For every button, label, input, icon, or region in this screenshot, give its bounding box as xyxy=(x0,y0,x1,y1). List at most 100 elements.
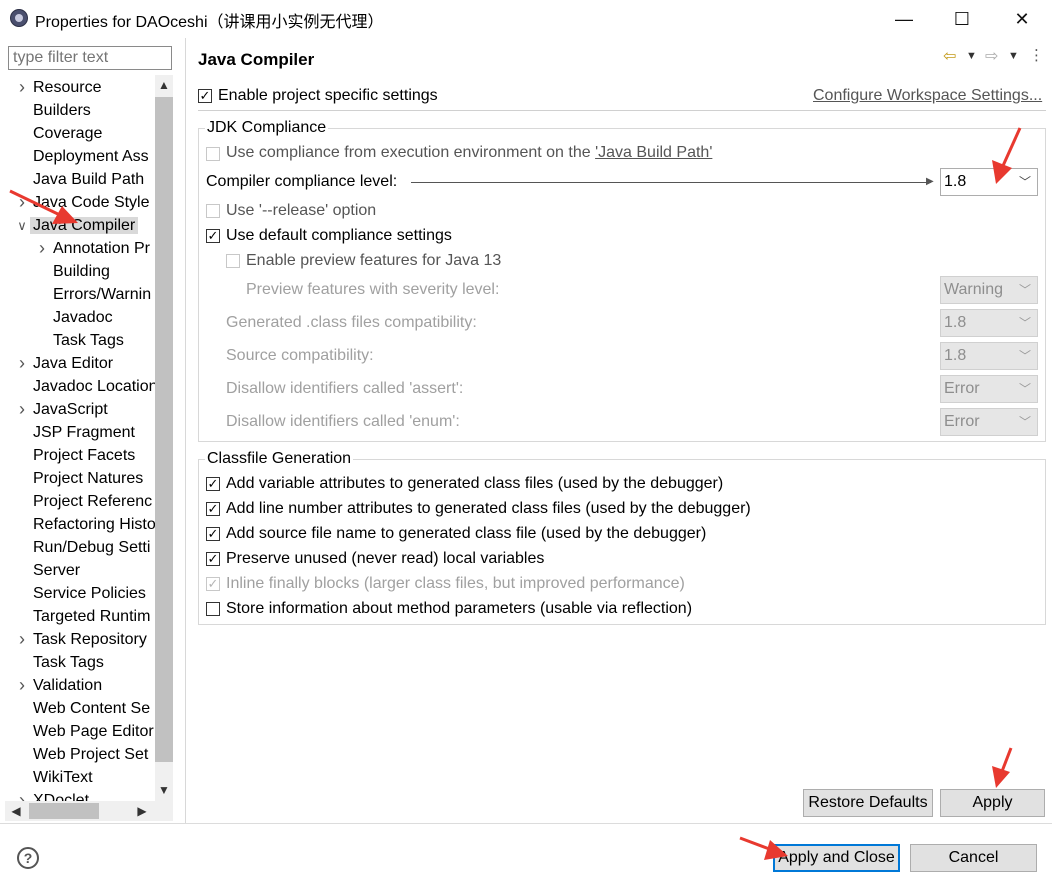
chevron-right-icon[interactable]: › xyxy=(15,674,29,697)
window-title: Properties for DAOceshi（讲课用小实例无代理） xyxy=(35,14,384,31)
tree-item[interactable]: › Task Repository xyxy=(19,628,147,651)
tree-item[interactable]: Building xyxy=(53,260,110,283)
scroll-up-icon[interactable]: ▲ xyxy=(155,78,173,92)
tree-item-label: Web Content Se xyxy=(33,700,151,717)
compliance-level-select[interactable]: 1.8 ﹀ xyxy=(940,168,1038,196)
help-icon[interactable]: ? xyxy=(17,847,39,869)
source-compat-select[interactable]: 1.8 ﹀ xyxy=(940,342,1038,370)
chevron-right-icon[interactable]: › xyxy=(35,237,49,260)
tree-item[interactable]: Refactoring Histo xyxy=(33,513,155,536)
chevron-right-icon[interactable]: › xyxy=(15,76,29,99)
release-option-checkbox[interactable] xyxy=(206,204,220,218)
tree-item[interactable]: Targeted Runtim xyxy=(33,605,150,628)
chevron-right-icon[interactable]: › xyxy=(15,191,29,214)
compliance-level-value: 1.8 xyxy=(944,173,967,190)
scroll-right-icon[interactable]: ▶ xyxy=(133,804,151,818)
disallow-assert-select[interactable]: Error ﹀ xyxy=(940,375,1038,403)
filter-input[interactable] xyxy=(8,46,172,70)
java-build-path-link[interactable]: 'Java Build Path' xyxy=(595,144,712,161)
tree-item[interactable]: JSP Fragment xyxy=(33,421,135,444)
tree-item[interactable]: Java Build Path xyxy=(33,168,144,191)
eclipse-app-icon xyxy=(10,9,28,27)
use-default-compliance-checkbox[interactable]: ✓ xyxy=(206,229,220,243)
tree-item[interactable]: Task Tags xyxy=(53,329,124,352)
tree-item[interactable]: › JavaScript xyxy=(19,398,108,421)
tree-item[interactable]: › Resource xyxy=(19,76,101,99)
tree-item[interactable]: › XDoclet xyxy=(19,789,89,801)
tree-item[interactable]: › Java Editor xyxy=(19,352,113,375)
tree-item-label: JSP Fragment xyxy=(33,424,135,441)
enable-preview-checkbox[interactable] xyxy=(226,254,240,268)
chevron-right-icon[interactable]: › xyxy=(15,398,29,421)
tree-item[interactable]: › Java Code Style xyxy=(19,191,150,214)
tree-item[interactable]: Coverage xyxy=(33,122,102,145)
tree-item-label: Annotation Pr xyxy=(53,240,150,257)
back-dropdown-icon[interactable]: ▼ xyxy=(966,50,977,62)
tree-vertical-scroll-thumb[interactable] xyxy=(155,97,173,762)
tree-item[interactable]: Javadoc xyxy=(53,306,113,329)
tree-item[interactable]: › Validation xyxy=(19,674,102,697)
header-separator xyxy=(198,110,1046,111)
source-compat-value: 1.8 xyxy=(944,347,967,364)
tree-item[interactable]: Errors/Warnin xyxy=(53,283,151,306)
tree-item[interactable]: Javadoc Location xyxy=(33,375,155,398)
tree-item[interactable]: ∨ Java Compiler xyxy=(17,214,139,237)
enable-project-specific-checkbox[interactable]: ✓ xyxy=(198,89,212,103)
close-button[interactable]: ✕ xyxy=(993,0,1051,38)
tree-item[interactable]: Project Facets xyxy=(33,444,135,467)
chevron-right-icon[interactable]: › xyxy=(15,789,29,801)
restore-defaults-button[interactable]: Restore Defaults xyxy=(803,789,933,817)
classfile-generation-title: Classfile Generation xyxy=(205,450,354,468)
disallow-assert-label: Disallow identifiers called 'assert': xyxy=(226,380,464,397)
tree-item-label: Errors/Warnin xyxy=(53,286,152,303)
minimize-button[interactable]: — xyxy=(875,0,933,38)
pane-divider[interactable] xyxy=(185,38,186,823)
classfile-option-label: Add variable attributes to generated cla… xyxy=(226,475,724,492)
tree-item[interactable]: Deployment Ass xyxy=(33,145,149,168)
apply-and-close-button[interactable]: Apply and Close xyxy=(773,844,900,872)
chevron-down-icon: ﹀ xyxy=(1018,316,1031,330)
tree-item[interactable]: Task Tags xyxy=(33,651,104,674)
tree-item-label: Task Tags xyxy=(33,654,104,671)
chevron-down-icon: ﹀ xyxy=(1018,175,1031,189)
preview-severity-select[interactable]: Warning ﹀ xyxy=(940,276,1038,304)
chevron-down-icon[interactable]: ∨ xyxy=(15,214,29,237)
classfile-option-checkbox[interactable]: ✓ xyxy=(206,502,220,516)
tree-item[interactable]: › Annotation Pr xyxy=(39,237,150,260)
scroll-down-icon[interactable]: ▼ xyxy=(155,783,173,797)
tree-item[interactable]: Web Page Editor xyxy=(33,720,154,743)
generated-compat-select[interactable]: 1.8 ﹀ xyxy=(940,309,1038,337)
tree-item[interactable]: Builders xyxy=(33,99,91,122)
tree-item[interactable]: Server xyxy=(33,559,80,582)
tree-item[interactable]: Web Content Se xyxy=(33,697,150,720)
apply-button[interactable]: Apply xyxy=(940,789,1045,817)
maximize-button[interactable]: ☐ xyxy=(933,0,991,38)
chevron-right-icon[interactable]: › xyxy=(15,628,29,651)
chevron-right-icon[interactable]: › xyxy=(15,352,29,375)
classfile-option-checkbox[interactable]: ✓ xyxy=(206,527,220,541)
classfile-option-checkbox[interactable] xyxy=(206,602,220,616)
property-tree: › Resource Builders Coverage Deployment Ass J… xyxy=(0,75,155,801)
tree-horizontal-scroll-thumb[interactable] xyxy=(29,803,99,819)
tree-item[interactable]: WikiText xyxy=(33,766,93,789)
tree-item[interactable]: Web Project Set xyxy=(33,743,148,766)
forward-arrow-icon[interactable]: ⇨ xyxy=(985,46,998,66)
forward-dropdown-icon[interactable]: ▼ xyxy=(1008,50,1019,62)
classfile-option-checkbox[interactable]: ✓ xyxy=(206,477,220,491)
use-env-compliance-checkbox[interactable] xyxy=(206,147,220,161)
configure-workspace-link[interactable]: Configure Workspace Settings... xyxy=(813,87,1042,105)
classfile-option-checkbox[interactable]: ✓ xyxy=(206,577,220,591)
scroll-left-icon[interactable]: ◀ xyxy=(7,804,25,818)
tree-item-label: WikiText xyxy=(33,769,93,786)
preview-severity-value: Warning xyxy=(944,281,1003,298)
tree-item[interactable]: Project Referenc xyxy=(33,490,152,513)
tree-item[interactable]: Run/Debug Setti xyxy=(33,536,150,559)
tree-item[interactable]: Service Policies xyxy=(33,582,146,605)
back-arrow-icon[interactable]: ⇦ xyxy=(943,46,956,66)
cancel-button[interactable]: Cancel xyxy=(910,844,1037,872)
classfile-option-checkbox[interactable]: ✓ xyxy=(206,552,220,566)
view-menu-icon[interactable]: ⋮ xyxy=(1029,46,1044,64)
tree-item[interactable]: Project Natures xyxy=(33,467,143,490)
enable-project-specific-label: Enable project specific settings xyxy=(218,87,438,104)
disallow-enum-select[interactable]: Error ﹀ xyxy=(940,408,1038,436)
